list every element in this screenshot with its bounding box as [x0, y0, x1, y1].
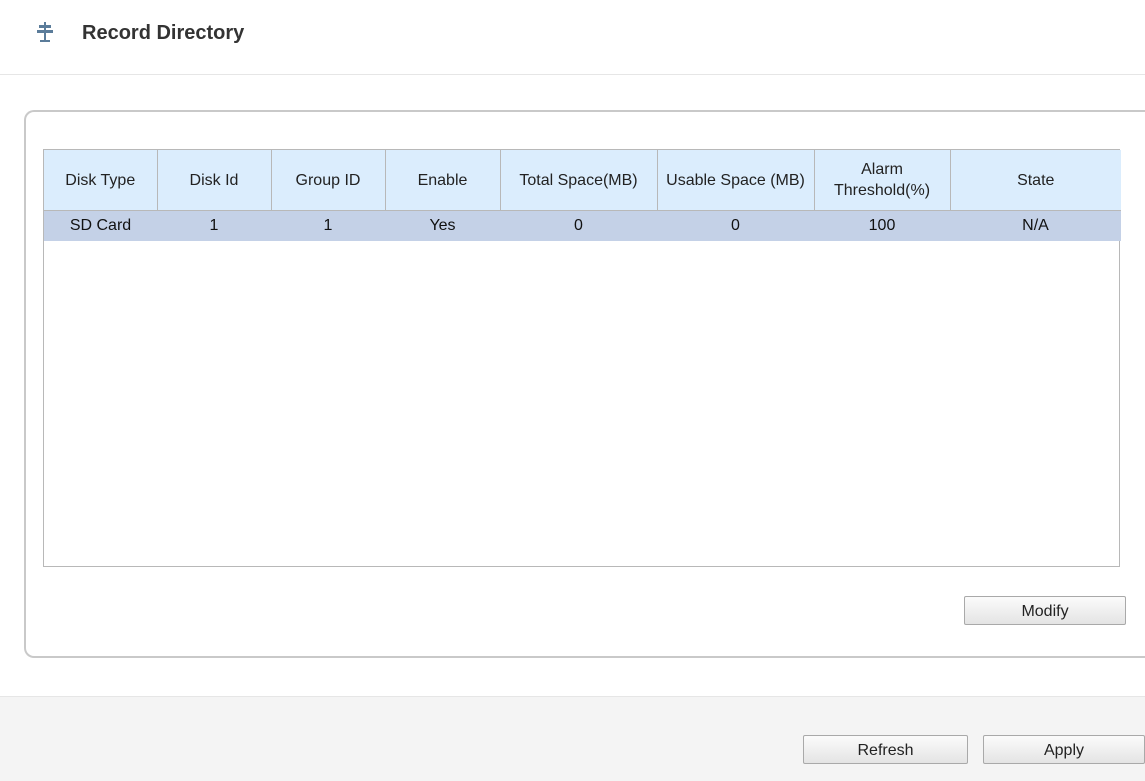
column-header-state[interactable]: State: [950, 150, 1121, 211]
column-header-group-id[interactable]: Group ID: [271, 150, 386, 211]
column-header-usable-space[interactable]: Usable Space (MB): [657, 150, 815, 211]
column-header-total-space[interactable]: Total Space(MB): [500, 150, 658, 211]
modify-button[interactable]: Modify: [964, 596, 1126, 625]
column-header-disk-type[interactable]: Disk Type: [44, 150, 158, 211]
column-header-enable[interactable]: Enable: [385, 150, 501, 211]
cell-disk-id: 1: [157, 210, 271, 241]
column-header-disk-id[interactable]: Disk Id: [157, 150, 272, 211]
column-header-alarm-threshold[interactable]: Alarm Threshold(%): [814, 150, 951, 211]
cell-group-id: 1: [271, 210, 385, 241]
apply-button[interactable]: Apply: [983, 735, 1145, 764]
cell-total-space: 0: [500, 210, 657, 241]
table-row[interactable]: SD Card 1 1 Yes 0 0 100 N/A: [44, 210, 1121, 241]
cell-enable: Yes: [385, 210, 500, 241]
cell-usable-space: 0: [657, 210, 814, 241]
disk-table-container: Disk Type Disk Id Group ID Enable Total …: [43, 149, 1121, 567]
table-header-row: Disk Type Disk Id Group ID Enable Total …: [44, 150, 1121, 211]
cell-state: N/A: [950, 210, 1121, 241]
disk-table: Disk Type Disk Id Group ID Enable Total …: [44, 150, 1121, 241]
page-title: Record Directory: [82, 22, 245, 44]
refresh-button[interactable]: Refresh: [803, 735, 968, 764]
footer-bar: Refresh Apply: [0, 697, 1145, 781]
cell-alarm-threshold: 100: [814, 210, 950, 241]
cell-disk-type: SD Card: [44, 210, 157, 241]
signpost-icon: [36, 22, 54, 42]
page-header: Record Directory: [0, 0, 1145, 75]
